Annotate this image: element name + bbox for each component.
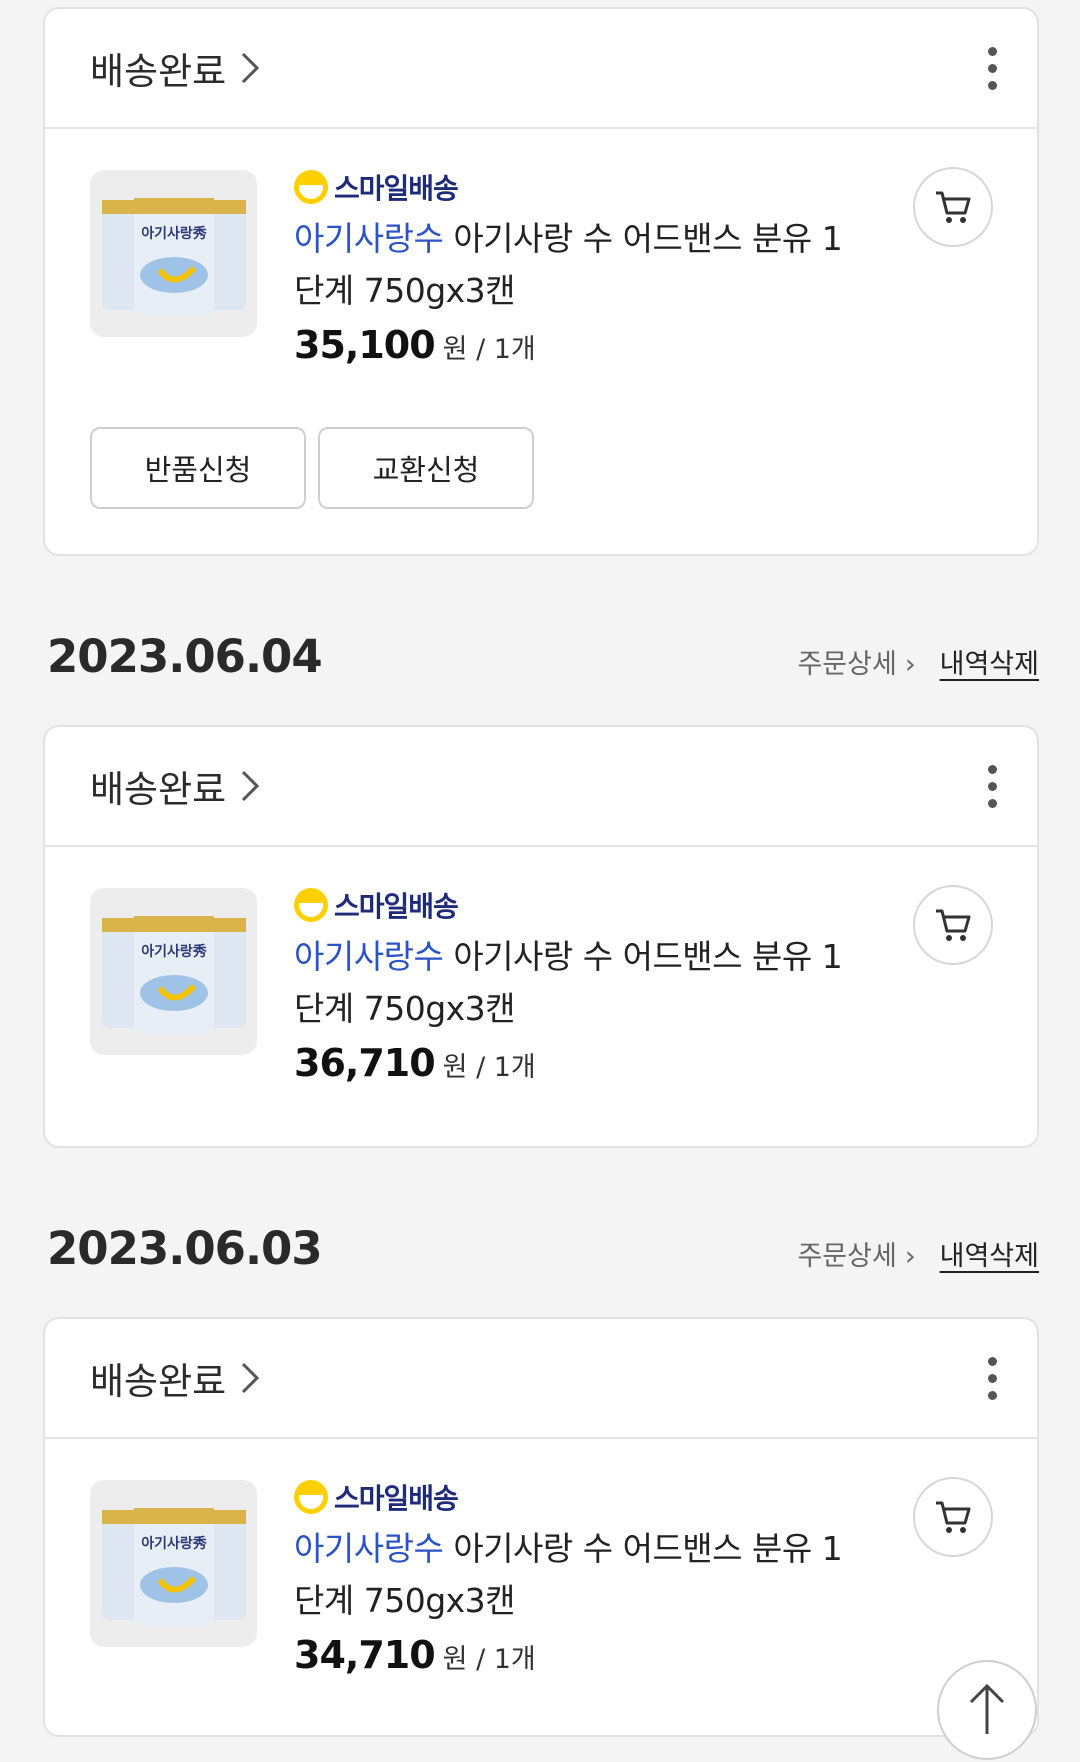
order-detail-link[interactable]: 주문상세 › [797, 642, 915, 681]
delivery-status-label: 배송완료 [90, 768, 227, 811]
delivery-status-label: 배송완료 [90, 1360, 227, 1403]
product-image-label: 아기사랑秀 [141, 225, 208, 242]
order-detail-label: 주문상세 [797, 649, 897, 680]
order-card-header: 배송완료 [45, 9, 1037, 129]
chevron-right-icon: › [904, 649, 916, 680]
order-date: 2023.06.04 [47, 630, 323, 683]
delivery-status-label: 배송완료 [90, 50, 227, 93]
product-price: 36,710 [294, 1041, 436, 1085]
price-unit: 원 / 1개 [442, 1052, 536, 1083]
delivery-status-link[interactable]: 배송완료 [90, 1351, 260, 1405]
product-image[interactable]: 아기사랑秀 [90, 1480, 257, 1647]
price-line: 36,710 원 / 1개 [294, 1041, 864, 1085]
order-date: 2023.06.03 [47, 1222, 323, 1275]
price-line: 35,100 원 / 1개 [294, 323, 864, 367]
product-brand: 아기사랑수 [294, 937, 444, 976]
smile-delivery-label: 스마일배송 [334, 1482, 459, 1515]
product-info: 스마일배송 아기사랑수 아기사랑 수 어드밴스 분유 1단계 750gx3캔 36… [294, 885, 864, 1085]
order-card: 배송완료 아기사랑秀 스마일배송 아기사랑수 아기사랑 수 어드밴스 분유 1단… [43, 7, 1039, 556]
add-to-cart-button[interactable] [913, 1477, 993, 1557]
price-unit: 원 / 1개 [442, 334, 536, 365]
smile-delivery-label: 스마일배송 [334, 172, 459, 205]
more-menu-button[interactable] [983, 47, 1001, 91]
smile-delivery-badge: 스마일배송 [294, 167, 864, 207]
smile-logo-icon [294, 888, 328, 922]
order-card: 배송완료 아기사랑秀 스마일배송 아기사랑수 아기사랑 수 어드밴스 분유 1단… [43, 725, 1039, 1148]
product-cans-image: 아기사랑秀 [102, 1508, 246, 1626]
exchange-request-button[interactable]: 교환신청 [318, 427, 534, 509]
product-image[interactable]: 아기사랑秀 [90, 170, 257, 337]
order-card: 배송완료 아기사랑秀 스마일배송 아기사랑수 아기사랑 수 어드밴스 분유 1단… [43, 1317, 1039, 1737]
delivery-status-link[interactable]: 배송완료 [90, 759, 260, 813]
smile-delivery-label: 스마일배송 [334, 890, 459, 923]
product-image[interactable]: 아기사랑秀 [90, 888, 257, 1055]
product-title[interactable]: 아기사랑수 아기사랑 수 어드밴스 분유 1단계 750gx3캔 [294, 1523, 864, 1627]
cart-icon [936, 1501, 971, 1533]
order-card-header: 배송완료 [45, 727, 1037, 847]
product-title[interactable]: 아기사랑수 아기사랑 수 어드밴스 분유 1단계 750gx3캔 [294, 931, 864, 1035]
product-cans-image: 아기사랑秀 [102, 916, 246, 1034]
product-image-label: 아기사랑秀 [141, 1535, 208, 1552]
product-title[interactable]: 아기사랑수 아기사랑 수 어드밴스 분유 1단계 750gx3캔 [294, 213, 864, 317]
more-menu-button[interactable] [983, 1357, 1001, 1401]
arrow-up-icon [969, 1683, 1005, 1734]
product-brand: 아기사랑수 [294, 1529, 444, 1568]
chevron-right-icon: › [904, 1241, 916, 1272]
product-info: 스마일배송 아기사랑수 아기사랑 수 어드밴스 분유 1단계 750gx3캔 35… [294, 167, 864, 367]
delivery-status-link[interactable]: 배송완료 [90, 41, 260, 95]
product-image-label: 아기사랑秀 [141, 943, 208, 960]
cart-icon [936, 909, 971, 941]
product-cans-image: 아기사랑秀 [102, 198, 246, 316]
order-date-row: 2023.06.03 주문상세 › 내역삭제 [47, 1222, 1039, 1282]
chevron-right-icon [242, 1362, 260, 1394]
product-price: 34,710 [294, 1633, 436, 1677]
scroll-top-button[interactable] [937, 1660, 1037, 1760]
order-actions: 반품신청 교환신청 [90, 427, 534, 509]
order-detail-link[interactable]: 주문상세 › [797, 1234, 915, 1273]
more-menu-button[interactable] [983, 765, 1001, 809]
smile-logo-icon [294, 170, 328, 204]
order-card-header: 배송완료 [45, 1319, 1037, 1439]
smile-delivery-badge: 스마일배송 [294, 885, 864, 925]
add-to-cart-button[interactable] [913, 167, 993, 247]
product-price: 35,100 [294, 323, 436, 367]
product-brand: 아기사랑수 [294, 219, 444, 258]
smile-delivery-badge: 스마일배송 [294, 1477, 864, 1517]
price-line: 34,710 원 / 1개 [294, 1633, 864, 1677]
chevron-right-icon [242, 770, 260, 802]
order-date-row: 2023.06.04 주문상세 › 내역삭제 [47, 630, 1039, 690]
return-request-button[interactable]: 반품신청 [90, 427, 306, 509]
cart-icon [936, 191, 971, 223]
order-detail-label: 주문상세 [797, 1241, 897, 1272]
product-info: 스마일배송 아기사랑수 아기사랑 수 어드밴스 분유 1단계 750gx3캔 34… [294, 1477, 864, 1677]
price-unit: 원 / 1개 [442, 1644, 536, 1675]
chevron-right-icon [242, 52, 260, 84]
smile-logo-icon [294, 1480, 328, 1514]
delete-history-link[interactable]: 내역삭제 [940, 642, 1039, 681]
add-to-cart-button[interactable] [913, 885, 993, 965]
delete-history-link[interactable]: 내역삭제 [940, 1234, 1039, 1273]
